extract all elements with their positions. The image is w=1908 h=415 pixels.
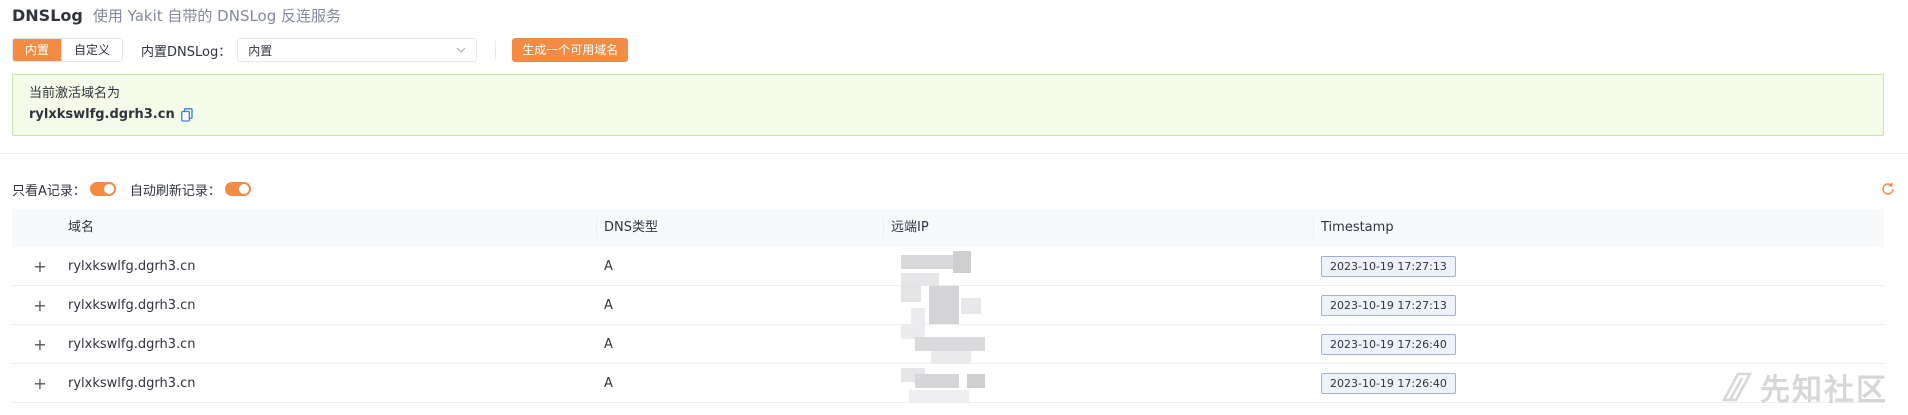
page-subtitle: 使用 Yakit 自带的 DNSLog 反连服务 <box>92 7 342 25</box>
expand-row-button[interactable]: + <box>12 335 68 354</box>
column-header-timestamp: Timestamp <box>1313 218 1884 238</box>
column-header-domain: 域名 <box>68 220 95 235</box>
toolbar-divider <box>495 41 497 59</box>
column-header-remote-ip: 远端IP <box>883 218 1313 238</box>
section-divider <box>0 153 1908 154</box>
copy-icon[interactable] <box>180 108 193 122</box>
page-title: DNSLog <box>12 6 83 25</box>
dnslog-records-table: 域名 DNS类型 远端IP Timestamp + rylxkswlfg.dgr… <box>12 209 1884 403</box>
auto-refresh-switch[interactable] <box>224 182 251 196</box>
redacted-ip <box>901 247 1011 286</box>
page-header: DNSLog 使用 Yakit 自带的 DNSLog 反连服务 <box>12 5 341 27</box>
active-domain-label: 当前激活域名为 <box>29 86 121 101</box>
expand-row-button[interactable]: + <box>12 257 68 276</box>
timestamp-badge: 2023-10-19 17:26:40 <box>1321 372 1456 394</box>
only-a-records-label: 只看A记录： <box>12 183 86 199</box>
row-remote-ip-redacted <box>883 364 1313 402</box>
row-dns-type: A <box>604 258 613 274</box>
expand-row-button[interactable]: + <box>12 296 68 315</box>
row-dns-type: A <box>604 336 613 352</box>
active-domain-alert: 当前激活域名为 rylxkswlfg.dgrh3.cn <box>12 74 1884 136</box>
auto-refresh-label: 自动刷新记录： <box>129 183 221 199</box>
row-domain: rylxkswlfg.dgrh3.cn <box>68 336 196 352</box>
row-domain: rylxkswlfg.dgrh3.cn <box>68 375 196 391</box>
watermark: 先知社区 <box>1720 365 1888 409</box>
row-timestamp-cell: 2023-10-19 17:27:13 <box>1313 294 1884 316</box>
chevron-down-icon <box>456 47 466 53</box>
table-row: + rylxkswlfg.dgrh3.cn A 2023-10-19 17:26… <box>12 364 1884 403</box>
dnslog-select-label: 内置DNSLog： <box>141 44 232 60</box>
watermark-text: 先知社区 <box>1760 373 1888 408</box>
row-remote-ip-redacted <box>883 247 1313 286</box>
xianzhi-logo-icon <box>1721 372 1753 402</box>
refresh-icon[interactable] <box>1880 181 1896 197</box>
timestamp-badge: 2023-10-19 17:26:40 <box>1321 333 1456 355</box>
dnslog-select-value: 内置 <box>248 43 273 58</box>
tab-custom[interactable]: 自定义 <box>61 39 123 61</box>
dnslog-select[interactable]: 内置 <box>237 38 478 62</box>
row-remote-ip-redacted <box>883 325 1313 363</box>
table-row: + rylxkswlfg.dgrh3.cn A 2023-10-19 17:27… <box>12 247 1884 286</box>
row-timestamp-cell: 2023-10-19 17:26:40 <box>1313 333 1884 355</box>
active-domain-value: rylxkswlfg.dgrh3.cn <box>29 107 175 122</box>
toolbar: 内置 自定义 内置DNSLog： 内置 生成一个可用域名 <box>12 38 629 62</box>
redacted-ip <box>901 286 1011 324</box>
tab-builtin[interactable]: 内置 <box>13 39 62 61</box>
row-dns-type: A <box>604 297 613 313</box>
table-row: + rylxkswlfg.dgrh3.cn A 2023-10-19 17:26… <box>12 325 1884 364</box>
expand-row-button[interactable]: + <box>12 374 68 393</box>
generate-domain-button[interactable]: 生成一个可用域名 <box>512 38 629 62</box>
timestamp-badge: 2023-10-19 17:27:13 <box>1321 294 1456 316</box>
filter-bar: 只看A记录： 自动刷新记录： <box>12 179 265 199</box>
row-remote-ip-redacted <box>883 286 1313 324</box>
table-row: + rylxkswlfg.dgrh3.cn A 2023-10-19 17:27… <box>12 286 1884 325</box>
only-a-records-switch[interactable] <box>89 182 116 196</box>
row-domain: rylxkswlfg.dgrh3.cn <box>68 297 196 313</box>
redacted-ip <box>901 364 1011 402</box>
mode-segmented-control: 内置 自定义 <box>12 38 124 62</box>
column-header-dns-type: DNS类型 <box>596 218 883 238</box>
row-dns-type: A <box>604 375 613 391</box>
row-domain: rylxkswlfg.dgrh3.cn <box>68 258 196 274</box>
redacted-ip <box>901 325 1011 363</box>
active-domain-row: rylxkswlfg.dgrh3.cn <box>29 105 1867 125</box>
row-timestamp-cell: 2023-10-19 17:27:13 <box>1313 255 1884 277</box>
table-header: 域名 DNS类型 远端IP Timestamp <box>12 209 1884 247</box>
timestamp-badge: 2023-10-19 17:27:13 <box>1321 255 1456 277</box>
